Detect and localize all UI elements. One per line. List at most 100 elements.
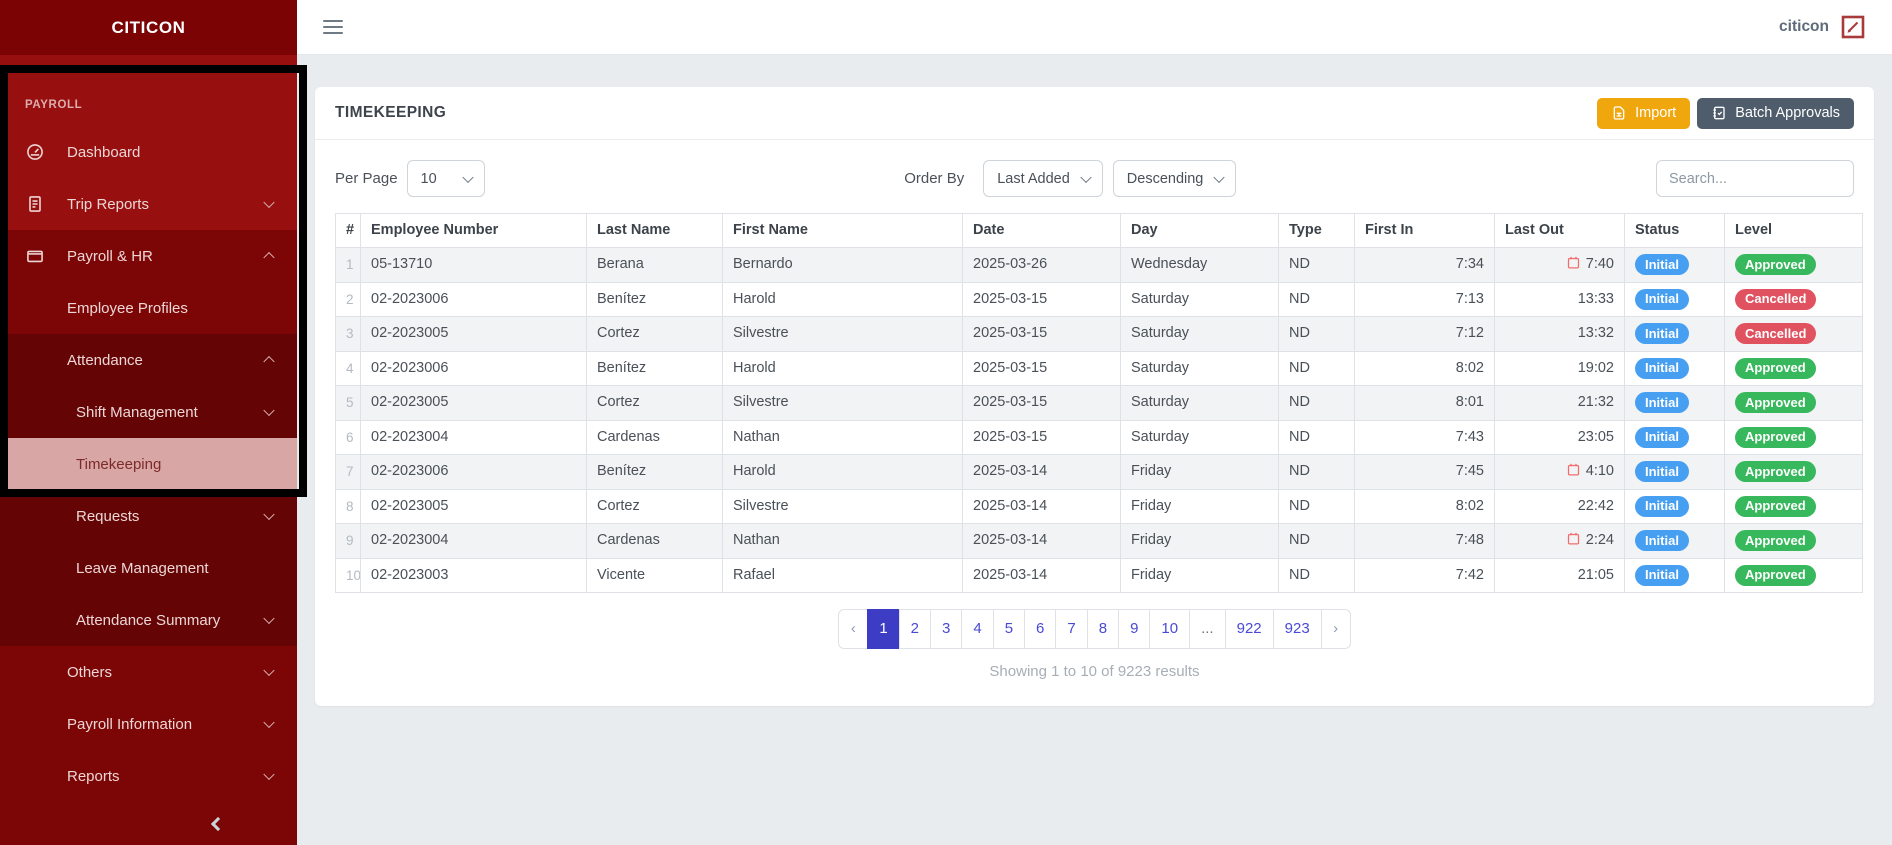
cell-last-out: 2:24	[1494, 523, 1625, 559]
edit-square-logo-icon[interactable]	[1840, 14, 1866, 40]
sidebar-item-dashboard[interactable]: Dashboard	[0, 126, 297, 178]
cell-first-name: Nathan	[722, 523, 963, 559]
cell-status: Initial	[1624, 350, 1725, 386]
pagination-page-9[interactable]: 9	[1118, 609, 1151, 649]
sidebar-section-label: PAYROLL	[0, 55, 297, 126]
sidebar-item-payroll-hr[interactable]: Payroll & HR	[0, 230, 297, 282]
pagination-page-1[interactable]: 1	[867, 609, 900, 649]
cell-first-name: Nathan	[722, 419, 963, 455]
cell-first-name: Harold	[722, 454, 963, 490]
batch-approvals-button[interactable]: Batch Approvals	[1697, 97, 1854, 129]
sidebar-item-attendance[interactable]: Attendance	[0, 334, 297, 386]
cell-employee-number: 02-2023003	[360, 557, 587, 593]
sidebar-item-reports[interactable]: Reports	[0, 750, 297, 802]
cell-first-in: 7:34	[1354, 247, 1495, 283]
cell-date: 2025-03-15	[962, 385, 1121, 421]
col-header-row-number: #	[335, 213, 361, 248]
card-header: TIMEKEEPING Import Batch Approvals	[315, 87, 1874, 140]
sidebar-item-attendance-summary[interactable]: Attendance Summary	[0, 594, 297, 646]
sidebar-item-label: Dashboard	[67, 143, 141, 161]
cell-day: Friday	[1120, 488, 1279, 524]
cell-row-number: 10	[335, 557, 361, 593]
search-input[interactable]	[1656, 160, 1854, 197]
sidebar-item-others[interactable]: Others	[0, 646, 297, 698]
sidebar-item-label: Others	[67, 663, 113, 681]
pagination-page-8[interactable]: 8	[1086, 609, 1120, 649]
timekeeping-card: TIMEKEEPING Import Batch Approvals Per P…	[315, 87, 1874, 706]
cell-last-name: Cardenas	[586, 523, 723, 559]
topbar-brand-text: citicon	[1779, 18, 1829, 35]
cell-employee-number: 02-2023004	[360, 523, 587, 559]
cell-date: 2025-03-14	[962, 454, 1121, 490]
order-direction-value: Descending	[1126, 170, 1204, 187]
pagination-page-3[interactable]: 3	[930, 609, 963, 649]
results-summary: Showing 1 to 10 of 9223 results	[989, 663, 1200, 680]
status-badge: Initial	[1635, 392, 1689, 413]
sidebar-item-trip-reports[interactable]: Trip Reports	[0, 178, 297, 230]
sidebar-item-label: Timekeeping	[76, 455, 162, 473]
batch-approvals-button-label: Batch Approvals	[1735, 105, 1840, 121]
col-header-status: Status	[1624, 213, 1725, 248]
hamburger-menu-button[interactable]	[323, 17, 343, 38]
pagination-next-button[interactable]: ›	[1320, 609, 1351, 649]
pagination-page-923[interactable]: 923	[1272, 609, 1322, 649]
cell-employee-number: 02-2023006	[360, 350, 587, 386]
cell-level: Cancelled	[1724, 316, 1863, 352]
cell-date: 2025-03-14	[962, 557, 1121, 593]
cell-level: Approved	[1724, 454, 1863, 490]
pagination-page-922[interactable]: 922	[1224, 609, 1274, 649]
cell-type: ND	[1278, 281, 1355, 317]
sidebar-item-label: Attendance	[67, 351, 143, 369]
cell-first-in: 8:01	[1354, 385, 1495, 421]
cell-last-name: Cortez	[586, 488, 723, 524]
order-field-select[interactable]: Last Added	[983, 160, 1103, 197]
cell-employee-number: 02-2023005	[360, 316, 587, 352]
cell-type: ND	[1278, 523, 1355, 559]
cell-date: 2025-03-15	[962, 419, 1121, 455]
sidebar-item-requests[interactable]: Requests	[0, 490, 297, 542]
status-badge: Initial	[1635, 530, 1689, 551]
import-button[interactable]: Import	[1597, 97, 1691, 129]
sidebar-item-timekeeping[interactable]: Timekeeping	[0, 438, 297, 490]
cell-level: Cancelled	[1724, 281, 1863, 317]
cell-level: Approved	[1724, 488, 1863, 524]
pagination-page-4[interactable]: 4	[961, 609, 994, 649]
sidebar-collapse-button[interactable]	[209, 815, 231, 837]
cell-status: Initial	[1624, 385, 1725, 421]
page-title: TIMEKEEPING	[335, 104, 447, 121]
cell-first-name: Silvestre	[722, 316, 963, 352]
pagination-page-5[interactable]: 5	[992, 609, 1026, 649]
cell-last-out: 22:42	[1494, 488, 1625, 524]
cell-row-number: 7	[335, 454, 361, 490]
cell-level: Approved	[1724, 419, 1863, 455]
cell-last-out: 13:32	[1494, 316, 1625, 352]
cell-status: Initial	[1624, 557, 1725, 593]
order-direction-select[interactable]: Descending	[1112, 160, 1237, 197]
status-badge: Initial	[1635, 495, 1689, 517]
col-header-first-name: First Name	[722, 213, 963, 248]
col-header-type: Type	[1278, 213, 1355, 248]
cell-last-name: Benítez	[586, 454, 723, 490]
wallet-icon	[25, 246, 45, 266]
per-page-select[interactable]: 10	[406, 160, 485, 197]
sidebar-item-employee-profiles[interactable]: Employee Profiles	[0, 282, 297, 334]
cell-first-name: Rafael	[722, 557, 963, 593]
sidebar-item-leave-management[interactable]: Leave Management	[0, 542, 297, 594]
cell-day: Saturday	[1120, 316, 1279, 352]
cell-row-number: 1	[335, 247, 361, 283]
per-page-label: Per Page	[335, 170, 398, 187]
col-header-level: Level	[1724, 213, 1863, 248]
pagination-prev-button[interactable]: ‹	[838, 609, 869, 649]
cell-row-number: 3	[335, 316, 361, 352]
pagination-page-10[interactable]: 10	[1149, 609, 1191, 649]
pagination-page-6[interactable]: 6	[1024, 609, 1057, 649]
pagination-page-2[interactable]: 2	[898, 609, 931, 649]
pagination-page-7[interactable]: 7	[1055, 609, 1088, 649]
sidebar-item-payroll-information[interactable]: Payroll Information	[0, 698, 297, 750]
cell-employee-number: 02-2023005	[360, 385, 587, 421]
col-header-date: Date	[962, 213, 1121, 248]
cell-first-in: 7:45	[1354, 454, 1495, 490]
sidebar-item-shift-management[interactable]: Shift Management	[0, 386, 297, 438]
cell-last-name: Berana	[586, 247, 723, 283]
table-row: 2 02-2023006 Benítez Harold 2025-03-15 Saturd…	[335, 281, 1863, 317]
